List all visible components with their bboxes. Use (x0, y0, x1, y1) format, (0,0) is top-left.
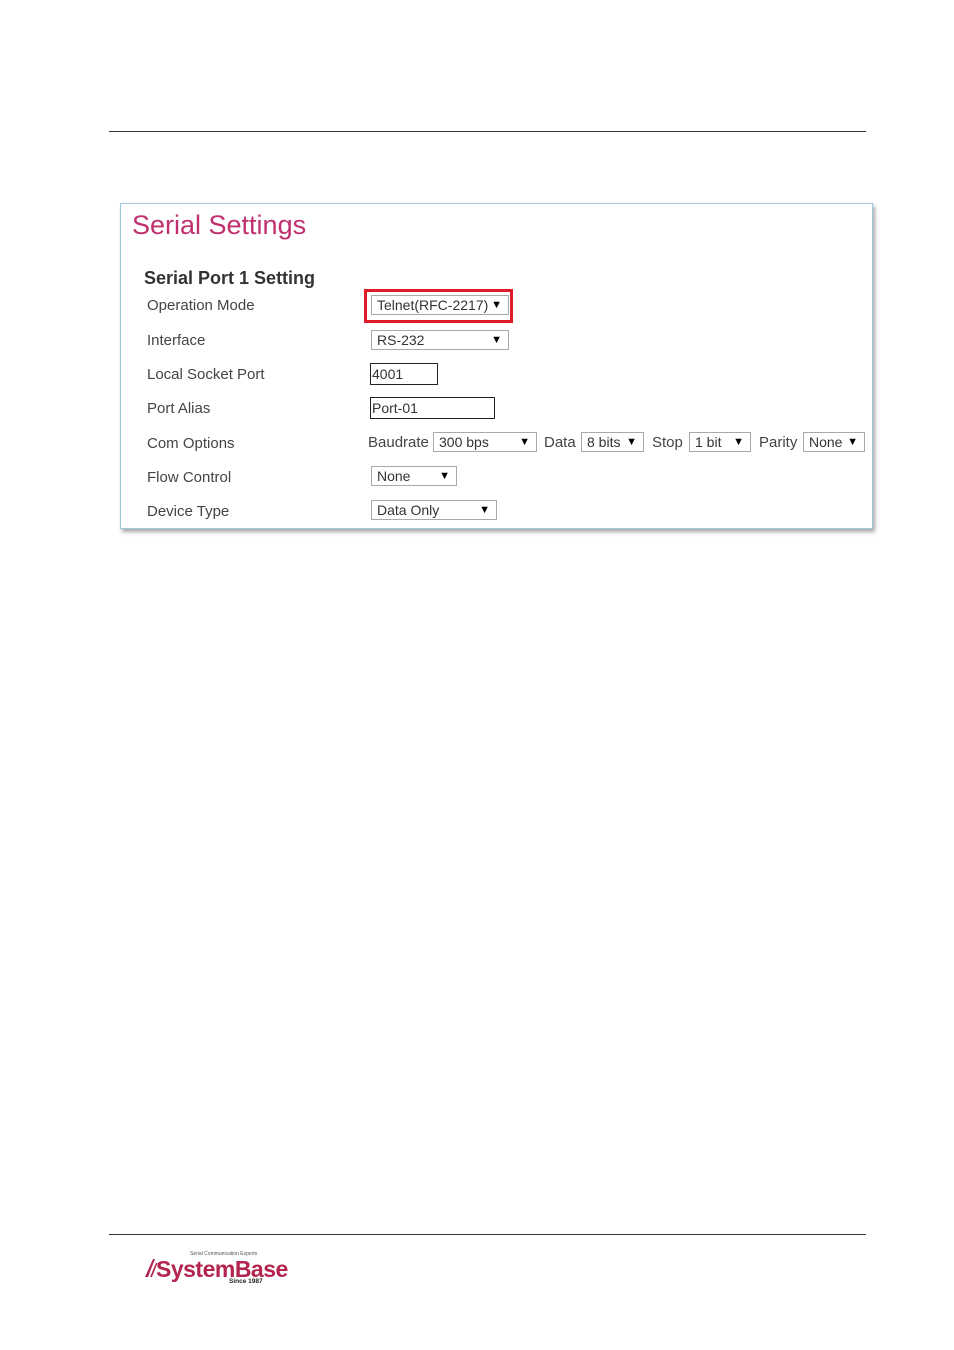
operation-mode-label: Operation Mode (147, 297, 255, 314)
systembase-logo: Serial Communication Experts SystemBase … (144, 1250, 288, 1288)
com-options-label: Com Options (147, 435, 235, 452)
data-bits-select[interactable]: 8 bits ▼ (581, 432, 644, 452)
section-title: Serial Port 1 Setting (144, 268, 316, 288)
port-alias-input[interactable]: Port-01 (370, 397, 495, 419)
logo-since: Since 1987 (229, 1278, 263, 1285)
data-label: Data (544, 434, 576, 451)
header-rule (109, 131, 866, 132)
caret-down-icon: ▼ (479, 504, 490, 516)
stop-bits-select[interactable]: 1 bit ▼ (689, 432, 751, 452)
parity-label: Parity (759, 434, 798, 451)
caret-down-icon: ▼ (439, 470, 450, 482)
caret-down-icon: ▼ (847, 436, 858, 448)
stop-bits-value: 1 bit (695, 434, 722, 450)
operation-mode-value: Telnet(RFC-2217) (377, 297, 489, 313)
footer-rule (109, 1234, 866, 1235)
serial-settings-panel: Serial Settings Serial Port 1 Setting Op… (120, 203, 873, 529)
caret-down-icon: ▼ (491, 334, 502, 346)
device-type-label: Device Type (147, 503, 230, 520)
local-socket-port-label: Local Socket Port (147, 366, 265, 383)
local-socket-port-value: 4001 (372, 366, 404, 382)
logo-name: SystemBase (156, 1256, 288, 1282)
port-alias-value: Port-01 (372, 400, 418, 416)
flow-control-label: Flow Control (147, 469, 232, 486)
interface-select[interactable]: RS-232 ▼ (371, 330, 509, 350)
interface-value: RS-232 (377, 332, 425, 348)
device-type-select[interactable]: Data Only ▼ (371, 500, 497, 520)
data-bits-value: 8 bits (587, 434, 621, 450)
baudrate-label: Baudrate (368, 434, 429, 451)
parity-value: None (809, 434, 843, 450)
port-alias-label: Port Alias (147, 400, 211, 417)
local-socket-port-input[interactable]: 4001 (370, 363, 438, 385)
flow-control-value: None (377, 468, 411, 484)
baudrate-value: 300 bps (439, 434, 489, 450)
parity-select[interactable]: None ▼ (803, 432, 865, 452)
caret-down-icon: ▼ (733, 436, 744, 448)
operation-mode-select[interactable]: Telnet(RFC-2217) ▼ (371, 295, 509, 315)
baudrate-select[interactable]: 300 bps ▼ (433, 432, 537, 452)
panel-title: Serial Settings (132, 210, 307, 240)
caret-down-icon: ▼ (519, 436, 530, 448)
stop-label: Stop (652, 434, 683, 451)
interface-label: Interface (147, 332, 206, 349)
caret-down-icon: ▼ (626, 436, 637, 448)
caret-down-icon: ▼ (491, 299, 502, 311)
device-type-value: Data Only (377, 502, 440, 518)
flow-control-select[interactable]: None ▼ (371, 466, 457, 486)
